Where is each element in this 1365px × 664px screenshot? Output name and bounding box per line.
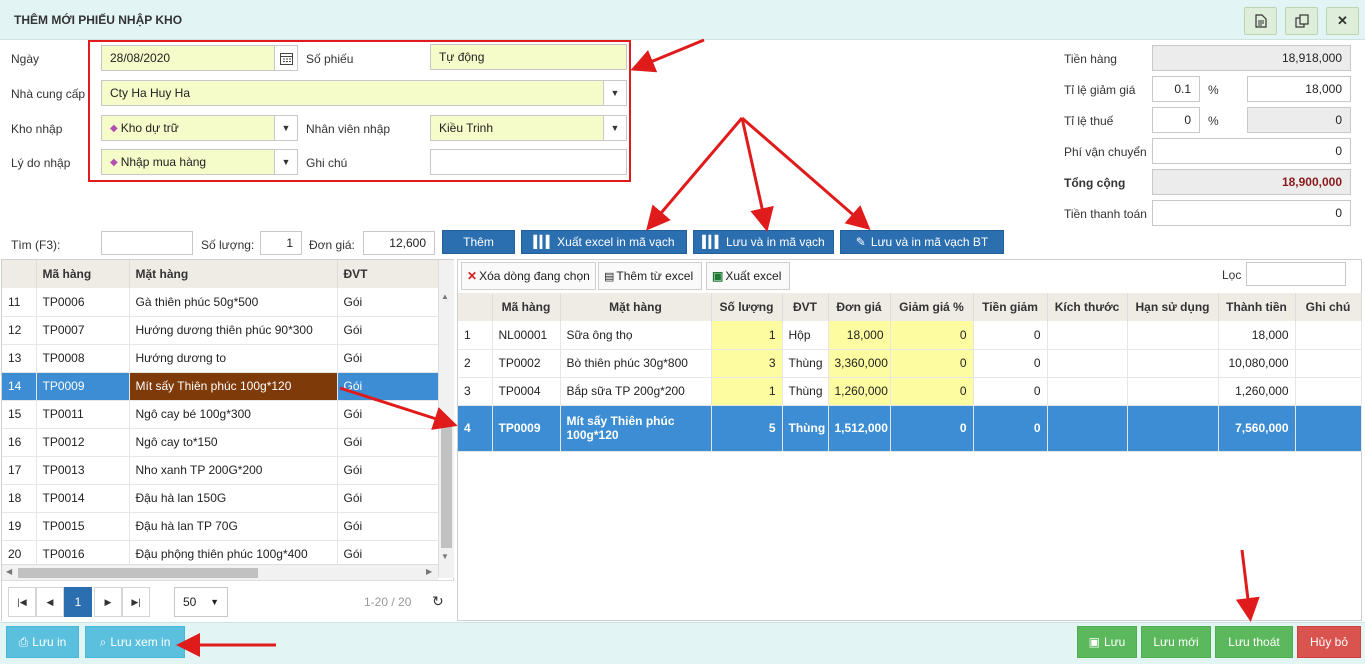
annotation-arrows: [176, 38, 1260, 657]
